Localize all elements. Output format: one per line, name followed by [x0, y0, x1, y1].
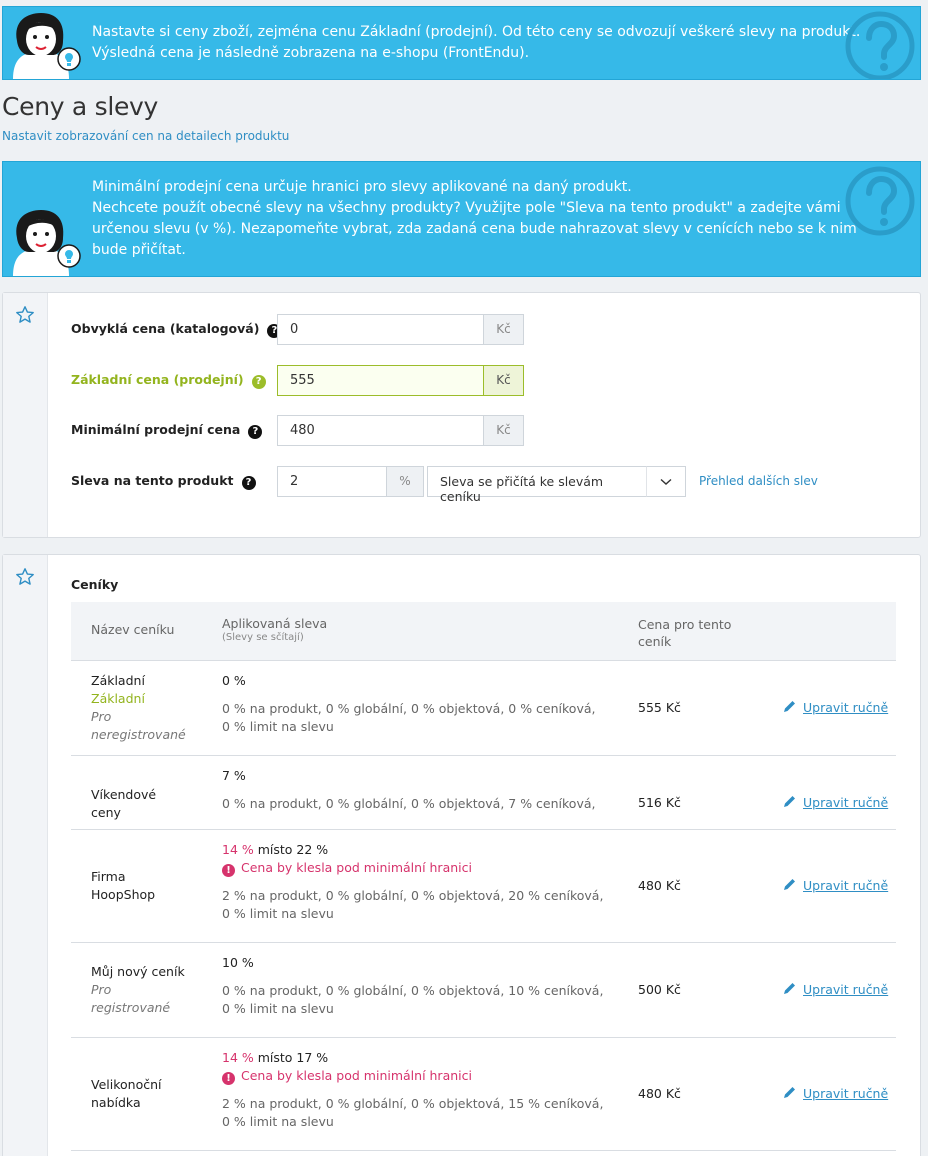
- min-price-warning: ! Cena by klesla pod minimální hranici: [222, 859, 622, 877]
- chevron-down-icon: [660, 478, 672, 485]
- info-banner-min-price: Minimální prodejní cena určuje hranici p…: [2, 161, 921, 277]
- list-price: 480 Kč: [638, 1086, 681, 1101]
- table-row: Základní Základní Pro neregistrované 0 %…: [71, 661, 896, 756]
- list-price: 555 Kč: [638, 700, 681, 715]
- help-icon[interactable]: ?: [248, 425, 263, 439]
- price-form-panel: Obvyklá cena (katalogová)? 0 Kč Základní…: [2, 292, 921, 538]
- star-icon[interactable]: [15, 567, 35, 587]
- price-list-name: Velikonoční nabídka: [91, 1077, 162, 1110]
- info-banner-prices: Nastavte si ceny zboží, zejména cenu Zák…: [2, 6, 921, 80]
- header-discount: Aplikovaná sleva (Slevy se sčítají): [222, 616, 328, 643]
- price-lists-panel: Ceníky Název ceníku Aplikovaná sleva (Sl…: [2, 554, 921, 1156]
- info-banner-text: Nastavte si ceny zboží, zejména cenu Zák…: [92, 24, 861, 61]
- min-price-row: Minimální prodejní cena? 480 Kč: [71, 415, 891, 446]
- table-row: Můj nový ceník Pro registrované 10 % 0 %…: [71, 943, 896, 1038]
- product-discount-input[interactable]: 2: [277, 466, 387, 497]
- table-header: Název ceníku Aplikovaná sleva (Slevy se …: [71, 602, 896, 661]
- list-price: 500 Kč: [638, 982, 681, 997]
- table-row: Velikonoční nabídka 14 % místo 17 % ! Cen…: [71, 1038, 896, 1151]
- base-price-input[interactable]: 555: [277, 365, 484, 396]
- table-row: Víkendové ceny 7 % 0 % na produkt, 0 % g…: [71, 756, 896, 830]
- edit-manually-link[interactable]: Upravit ručně: [782, 877, 888, 895]
- applied-discount: 14 % místo 17 % ! Cena by klesla pod mini…: [222, 1049, 622, 1131]
- price-lists-table: Název ceníku Aplikovaná sleva (Slevy se …: [71, 602, 896, 1151]
- discount-mode-select[interactable]: Sleva se přičítá ke slevám ceníku: [427, 466, 647, 504]
- pencil-icon: [784, 701, 795, 712]
- header-price: Cena pro tento ceník: [638, 617, 732, 649]
- price-list-name: Víkendové ceny: [91, 787, 157, 820]
- min-price-warning: ! Cena by klesla pod minimální hranici: [222, 1067, 622, 1085]
- min-price-label: Minimální prodejní cena?: [71, 422, 263, 439]
- pencil-icon: [784, 1087, 795, 1098]
- currency-addon: Kč: [483, 365, 524, 396]
- edit-manually-link[interactable]: Upravit ručně: [782, 699, 888, 717]
- currency-addon: Kč: [483, 314, 524, 345]
- warning-icon: !: [222, 864, 235, 877]
- currency-addon: Kč: [483, 415, 524, 446]
- catalog-price-row: Obvyklá cena (katalogová)? 0 Kč: [71, 314, 891, 345]
- assistant-girl-icon: [13, 13, 81, 79]
- question-mark-icon: [845, 11, 915, 79]
- min-price-input[interactable]: 480: [277, 415, 484, 446]
- list-price: 516 Kč: [638, 795, 681, 810]
- catalog-price-input[interactable]: 0: [277, 314, 484, 345]
- pencil-icon: [784, 879, 795, 890]
- list-price: 480 Kč: [638, 878, 681, 893]
- price-list-name: Základní Základní Pro neregistrované: [91, 673, 186, 742]
- warning-icon: !: [222, 1072, 235, 1085]
- info-banner-text: Minimální prodejní cena určuje hranici p…: [92, 179, 857, 258]
- help-icon[interactable]: ?: [251, 375, 266, 389]
- question-mark-icon: [845, 166, 915, 236]
- pencil-icon: [784, 796, 795, 807]
- base-price-row: Základní cena (prodejní)? 555 Kč: [71, 365, 891, 396]
- applied-discount: 10 % 0 % na produkt, 0 % globální, 0 % o…: [222, 955, 604, 1016]
- price-list-name: Můj nový ceník Pro registrované: [91, 964, 185, 1015]
- edit-manually-link[interactable]: Upravit ručně: [782, 1085, 888, 1103]
- header-name: Název ceníku: [91, 622, 175, 637]
- help-icon[interactable]: ?: [241, 476, 256, 490]
- star-icon[interactable]: [15, 305, 35, 325]
- percent-addon: %: [386, 466, 424, 497]
- product-discount-label: Sleva na tento produkt?: [71, 473, 256, 490]
- edit-manually-link[interactable]: Upravit ručně: [782, 794, 888, 812]
- table-row: Firma HoopShop 14 % místo 22 % ! Cena by …: [71, 830, 896, 943]
- page-title: Ceny a slevy: [2, 92, 159, 121]
- price-lists-title: Ceníky: [71, 577, 119, 592]
- other-discounts-link[interactable]: Přehled dalších slev: [699, 474, 818, 488]
- edit-manually-link[interactable]: Upravit ručně: [782, 981, 888, 999]
- catalog-price-label: Obvyklá cena (katalogová)?: [71, 321, 282, 338]
- discount-mode-dropdown-button[interactable]: [646, 466, 686, 497]
- pencil-icon: [784, 983, 795, 994]
- panel-sidebar: [3, 555, 48, 1156]
- base-price-label: Základní cena (prodejní)?: [71, 372, 266, 389]
- price-list-name: Firma HoopShop: [91, 869, 156, 902]
- panel-sidebar: [3, 293, 48, 537]
- applied-discount: 14 % místo 22 % ! Cena by klesla pod mini…: [222, 841, 622, 923]
- applied-discount: 7 % 0 % na produkt, 0 % globální, 0 % ob…: [222, 768, 596, 811]
- assistant-girl-icon: [13, 210, 81, 276]
- applied-discount: 0 % 0 % na produkt, 0 % globální, 0 % ob…: [222, 673, 596, 734]
- product-discount-row: Sleva na tento produkt? 2 % Sleva se při…: [71, 466, 891, 504]
- price-display-settings-link[interactable]: Nastavit zobrazování cen na detailech pr…: [2, 129, 289, 143]
